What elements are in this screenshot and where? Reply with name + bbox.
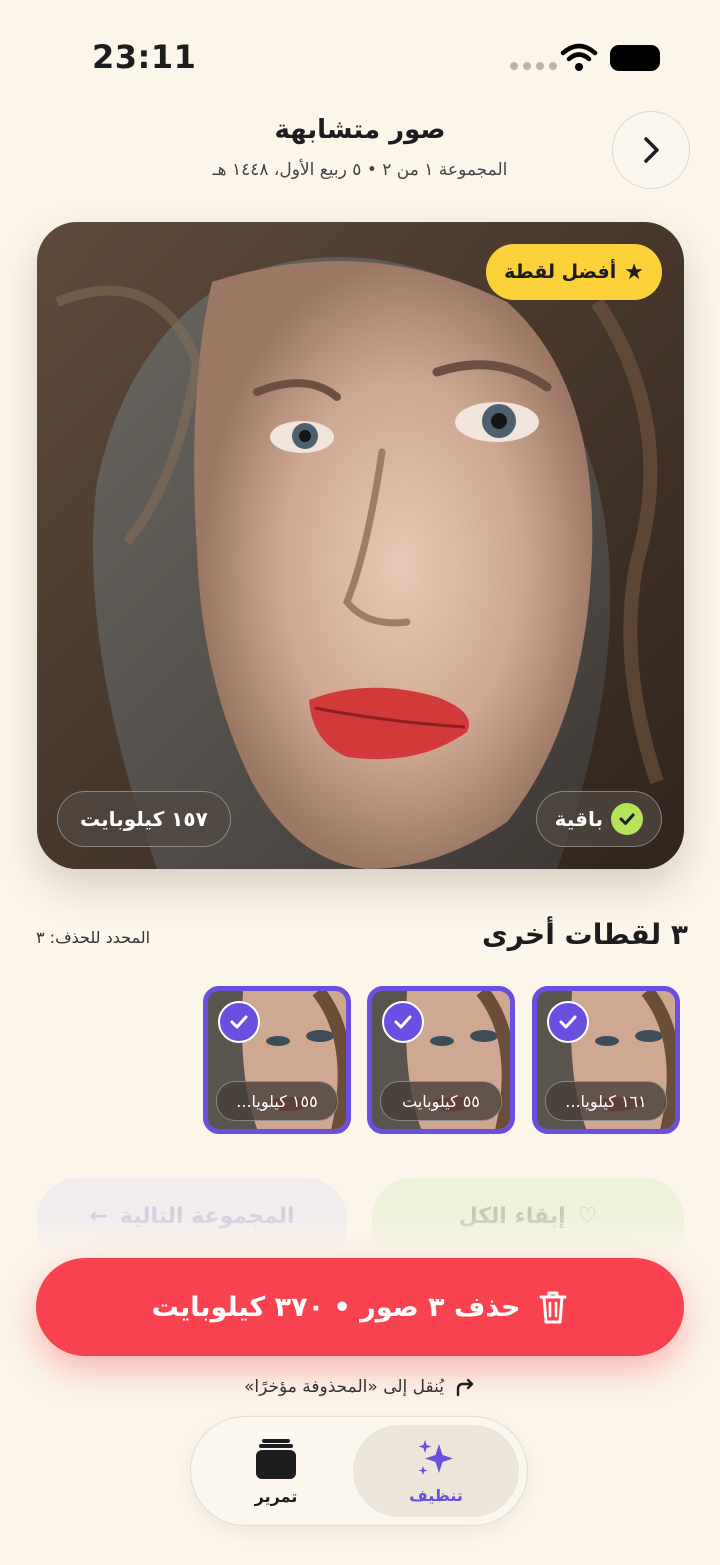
thumbnail-item[interactable]: ١٥٥ كيلويا... bbox=[203, 986, 351, 1134]
selected-for-deletion-count: المحدد للحذف: ٣ bbox=[36, 928, 151, 947]
signal-dots-icon bbox=[510, 62, 557, 70]
card-stack-icon bbox=[256, 1438, 296, 1479]
thumbnail-size-label: ٥٥ كيلوبايت bbox=[380, 1081, 502, 1121]
star-icon: ★ bbox=[624, 259, 644, 285]
trash-icon bbox=[539, 1291, 567, 1324]
moved-to-recently-deleted-note: يُنقل إلى «المحذوفة مؤخرًا» bbox=[0, 1377, 720, 1397]
sparkles-icon bbox=[418, 1439, 453, 1475]
tab-swipe-label: تمرير bbox=[254, 1486, 298, 1506]
selected-check-icon[interactable] bbox=[218, 1001, 260, 1043]
thumbnail-size-label: ١٦١ كيلويا... bbox=[545, 1081, 667, 1121]
kept-badge: باقية bbox=[535, 791, 662, 847]
battery-icon bbox=[610, 45, 660, 71]
best-shot-photo[interactable]: ★ أفضل لقطة باقية ١٥٧ كيلوبايت bbox=[37, 222, 684, 869]
selected-check-icon[interactable] bbox=[547, 1001, 589, 1043]
check-circle-icon bbox=[611, 803, 643, 835]
delete-button[interactable]: حذف ٣ صور • ٣٧٠ كيلوبايت bbox=[36, 1258, 684, 1356]
tab-swipe[interactable]: تمرير bbox=[201, 1425, 351, 1517]
status-time: 23:11 bbox=[92, 38, 197, 76]
best-shot-label: أفضل لقطة bbox=[504, 261, 617, 283]
chevron-right-icon bbox=[644, 137, 659, 163]
file-size-badge: ١٥٧ كيلوبايت bbox=[57, 791, 231, 847]
thumbnail-item[interactable]: ١٦١ كيلويا... bbox=[532, 986, 680, 1134]
thumbnail-item[interactable]: ٥٥ كيلوبايت bbox=[367, 986, 515, 1134]
tab-clean[interactable]: تنظيف bbox=[353, 1425, 519, 1517]
tab-bar: تنظيف تمرير bbox=[190, 1416, 528, 1526]
best-shot-badge: ★ أفضل لقطة bbox=[486, 244, 662, 300]
kept-label: باقية bbox=[554, 807, 603, 831]
redo-arrow-icon bbox=[456, 1378, 474, 1397]
selected-check-icon[interactable] bbox=[382, 1001, 424, 1043]
group-subtitle: المجموعة ١ من ٢ • ٥ ربيع الأول، ١٤٤٨ هـ bbox=[212, 160, 508, 180]
tab-clean-label: تنظيف bbox=[409, 1485, 463, 1505]
thumbnail-size-label: ١٥٥ كيلويا... bbox=[216, 1081, 338, 1121]
portrait-image bbox=[37, 222, 684, 869]
back-button[interactable] bbox=[612, 111, 690, 189]
wifi-icon bbox=[560, 43, 598, 71]
moved-note-label: يُنقل إلى «المحذوفة مؤخرًا» bbox=[244, 1377, 444, 1397]
delete-label: حذف ٣ صور • ٣٧٠ كيلوبايت bbox=[151, 1291, 521, 1323]
other-shots-title: ٣ لقطات أخرى bbox=[481, 918, 688, 951]
